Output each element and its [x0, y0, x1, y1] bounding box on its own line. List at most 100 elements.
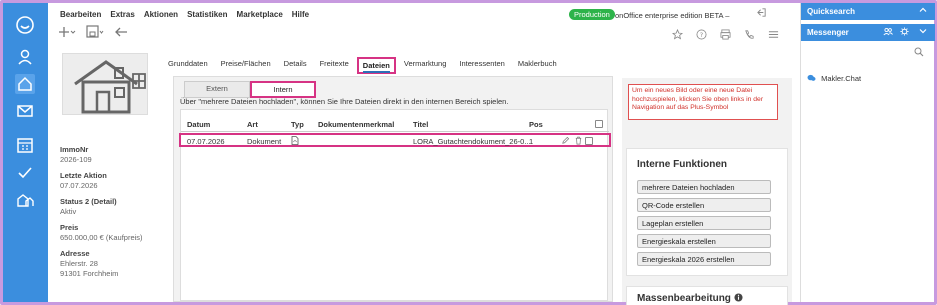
info-icon[interactable]	[734, 293, 743, 302]
messenger-label: Messenger	[807, 28, 849, 37]
messenger-header[interactable]: Messenger	[801, 24, 935, 41]
chat-bubble-icon	[807, 74, 816, 82]
col-datum[interactable]: Datum	[187, 120, 210, 129]
users-icon[interactable]	[883, 27, 893, 36]
select-all-checkbox[interactable]	[595, 120, 603, 128]
lageplan-erstellen-button[interactable]: Lageplan erstellen	[637, 216, 771, 230]
tab-grunddaten[interactable]: Grunddaten	[163, 57, 213, 74]
edition-suffix: –	[725, 11, 730, 20]
row-datum: 07.07.2026	[187, 137, 225, 146]
table-row[interactable]: 07.07.2026 Dokument LORA_Gutachtendokume…	[179, 133, 611, 147]
upload-hint: Um ein neues Bild oder eine neue Datei h…	[628, 84, 778, 120]
col-typ[interactable]: Typ	[291, 120, 304, 129]
subtab-intern[interactable]: Intern	[250, 81, 316, 98]
chevron-down-icon[interactable]	[919, 27, 927, 35]
menu-item-extras[interactable]: Extras	[110, 10, 134, 19]
main-menu: Bearbeiten Extras Aktionen Statistiken M…	[60, 10, 309, 19]
search-icon[interactable]	[914, 47, 924, 57]
col-art[interactable]: Art	[247, 120, 258, 129]
save-icon[interactable]	[86, 25, 104, 39]
properties-icon[interactable]	[15, 74, 35, 94]
col-dokumentenmerkmal[interactable]: Dokumentenmerkmal	[318, 120, 394, 129]
field-value-preis: 650.000,00 € (Kaufpreis)	[60, 233, 143, 242]
row-checkbox[interactable]	[585, 137, 593, 145]
tab-preise-flaechen[interactable]: Preise/Flächen	[216, 57, 276, 74]
tab-interessenten[interactable]: Interessenten	[454, 57, 509, 74]
col-titel[interactable]: Titel	[413, 120, 428, 129]
files-panel: Extern Intern Über "mehrere Dateien hoch…	[173, 76, 613, 302]
row-art: Dokument	[247, 137, 282, 146]
quicksearch-header[interactable]: Quicksearch	[801, 3, 935, 20]
buildings-icon[interactable]	[15, 190, 35, 210]
contacts-icon[interactable]	[15, 47, 35, 67]
field-value-letzte-aktion: 07.07.2026	[60, 181, 98, 190]
right-panel: Quicksearch Messenger Makler.Chat	[800, 3, 935, 302]
menu-item-marketplace[interactable]: Marketplace	[237, 10, 283, 19]
files-table: Datum Art Typ Dokumentenmerkmal Titel Po…	[179, 109, 611, 301]
energieskala-erstellen-button[interactable]: Energieskala erstellen	[637, 234, 771, 248]
menu-item-hilfe[interactable]: Hilfe	[292, 10, 309, 19]
logout-icon[interactable]	[756, 7, 767, 18]
main-content: ImmoNr 2026-109 Letzte Aktion 07.07.2026…	[48, 48, 800, 305]
delete-trash-icon[interactable]	[574, 136, 583, 145]
property-image[interactable]	[62, 53, 148, 115]
gear-icon[interactable]	[900, 27, 909, 36]
field-value-city: 91301 Forchheim	[60, 269, 119, 278]
tab-maklerbuch[interactable]: Maklerbuch	[513, 57, 562, 74]
mail-icon[interactable]	[15, 101, 35, 121]
files-note: Über "mehrere Dateien hochladen", können…	[180, 97, 509, 106]
chevron-up-icon[interactable]	[919, 6, 927, 14]
calendar-icon[interactable]	[15, 135, 35, 155]
hamburger-menu-icon[interactable]	[768, 29, 779, 40]
tab-dateien-label: Dateien	[362, 61, 390, 73]
interne-funktionen-title: Interne Funktionen	[637, 159, 727, 170]
massenbearbeitung-box: Massenbearbeitung	[626, 286, 788, 305]
header-divider	[181, 131, 609, 132]
edit-pencil-icon[interactable]	[561, 136, 570, 145]
right-info-column: Um ein neues Bild oder eine neue Datei h…	[622, 78, 792, 305]
mehrere-dateien-hochladen-button[interactable]: mehrere Dateien hochladen	[637, 180, 771, 194]
svg-text:?: ?	[700, 31, 703, 39]
massenbearbeitung-label: Massenbearbeitung	[637, 293, 731, 304]
back-arrow-icon[interactable]	[114, 25, 128, 39]
field-label-letzte-aktion: Letzte Aktion	[60, 171, 107, 180]
plus-add-icon[interactable]	[58, 25, 76, 39]
toolbar-left	[58, 25, 128, 39]
quicksearch-label: Quicksearch	[807, 7, 856, 16]
interne-funktionen-box: Interne Funktionen mehrere Dateien hochl…	[626, 148, 788, 276]
top-bar: Bearbeiten Extras Aktionen Statistiken M…	[48, 3, 800, 53]
row-pos: 1	[529, 137, 534, 146]
tab-freitexte[interactable]: Freitexte	[315, 57, 354, 74]
files-subtabs: Extern Intern	[184, 81, 316, 98]
menu-item-aktionen[interactable]: Aktionen	[144, 10, 178, 19]
star-icon[interactable]	[672, 29, 683, 40]
menu-item-bearbeiten[interactable]: Bearbeiten	[60, 10, 101, 19]
tasks-check-icon[interactable]	[15, 163, 35, 183]
field-value-street: Ehlerstr. 28	[60, 259, 98, 268]
environment-badge: Production	[569, 9, 615, 20]
field-label-preis: Preis	[60, 223, 79, 232]
phone-icon[interactable]	[744, 29, 755, 40]
massenbearbeitung-title: Massenbearbeitung	[637, 293, 743, 304]
toolbar-right: ?	[672, 29, 779, 40]
row-titel: LORA_Gutachtendokument_26-0...	[413, 137, 531, 146]
field-label-adresse: Adresse	[60, 249, 90, 258]
property-info: ImmoNr 2026-109 Letzte Aktion 07.07.2026…	[60, 138, 160, 278]
onoffice-logo-icon[interactable]	[15, 15, 35, 35]
tab-vermarktung[interactable]: Vermarktung	[399, 57, 452, 74]
tab-details[interactable]: Details	[279, 57, 312, 74]
qr-code-erstellen-button[interactable]: QR-Code erstellen	[637, 198, 771, 212]
col-pos[interactable]: Pos	[529, 120, 543, 129]
tab-dateien[interactable]: Dateien	[356, 57, 396, 74]
field-label-immonr: ImmoNr	[60, 145, 89, 154]
chat-item-label: Makler.Chat	[821, 74, 862, 83]
print-icon[interactable]	[720, 29, 731, 40]
edition-label: onOffice enterprise edition BETA –	[615, 11, 729, 20]
chat-item-makler[interactable]: Makler.Chat	[807, 74, 861, 83]
subtab-extern[interactable]: Extern	[184, 81, 250, 98]
energieskala-2026-erstellen-button[interactable]: Energieskala 2026 erstellen	[637, 252, 771, 266]
edition-text: onOffice enterprise edition BETA	[615, 11, 724, 20]
pdf-icon	[291, 136, 299, 145]
menu-item-statistiken[interactable]: Statistiken	[187, 10, 227, 19]
help-icon[interactable]: ?	[696, 29, 707, 40]
